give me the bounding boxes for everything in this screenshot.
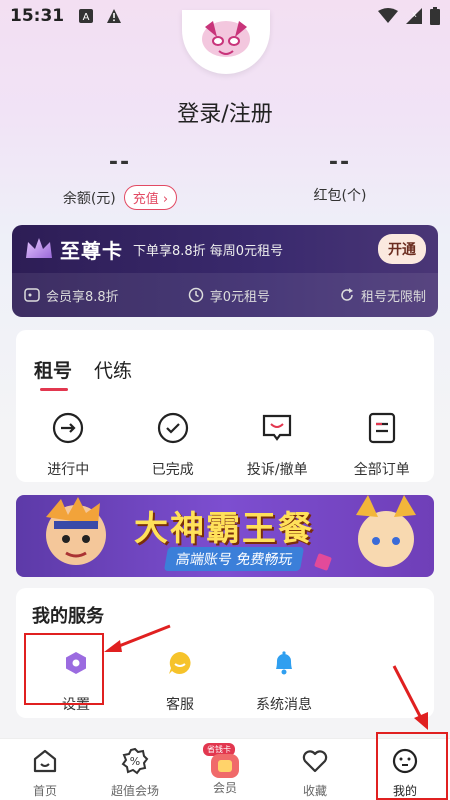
- vip-title: 至尊卡: [60, 238, 123, 263]
- avatar[interactable]: [182, 10, 270, 74]
- service-system-messages[interactable]: 系统消息: [232, 650, 336, 714]
- crown-icon: [26, 238, 52, 258]
- service-label: 系统消息: [256, 697, 312, 713]
- balance-value: --: [108, 150, 132, 175]
- tab-rent[interactable]: 租号: [34, 356, 72, 391]
- svg-text:x: x: [412, 10, 417, 19]
- tab-home[interactable]: 首页: [10, 747, 80, 799]
- vip-benefit-label: 会员享8.8折: [46, 289, 119, 305]
- status-time: 15:31: [10, 6, 65, 26]
- login-register-link[interactable]: 登录/注册: [0, 96, 450, 128]
- tab-favorites[interactable]: 收藏: [280, 747, 350, 799]
- vip-description: 下单享8.8折 每周0元租号: [133, 243, 284, 259]
- warning-icon: [107, 9, 122, 23]
- redpacket-label: 红包(个): [313, 188, 367, 204]
- tab-label: 首页: [32, 784, 57, 798]
- order-all[interactable]: 全部订单: [337, 411, 427, 479]
- services-title: 我的服务: [32, 606, 104, 627]
- bell-icon: [276, 651, 292, 675]
- clock-icon: [188, 287, 203, 303]
- vip-card[interactable]: 至尊卡 下单享8.8折 每周0元租号 开通 会员享8.8折 享0元租号 租号无限…: [12, 225, 438, 317]
- vip-benefit-label: 租号无限制: [360, 289, 426, 305]
- refresh-icon: [341, 288, 353, 301]
- vip-benefit-discount: 会员享8.8折: [24, 286, 119, 305]
- order-completed[interactable]: 已完成: [128, 411, 218, 479]
- tab-deals[interactable]: % 超值会场: [100, 747, 170, 799]
- vip-benefit-label: 享0元租号: [209, 289, 270, 305]
- order-complaint[interactable]: 投诉/撤单: [232, 411, 322, 479]
- battery-icon: [430, 7, 440, 25]
- arrow-circle-icon: [53, 412, 84, 444]
- wifi-icon: [378, 8, 398, 23]
- a-notification-icon: A: [79, 9, 94, 23]
- orders-card: 租号 代练 进行中 已完成 投诉/撤单 全部订单: [16, 330, 434, 482]
- redpacket-value: --: [328, 150, 352, 175]
- support-bubble-icon: [169, 652, 191, 674]
- service-customer-support[interactable]: 客服: [128, 650, 232, 714]
- banner-subtitle: 高端账号 免费畅玩: [163, 547, 305, 571]
- home-icon: [33, 749, 57, 773]
- order-in-progress[interactable]: 进行中: [23, 411, 113, 479]
- service-label: 客服: [166, 697, 194, 713]
- highlight-settings-box: [24, 633, 104, 705]
- ticket-icon: [24, 288, 40, 302]
- redpacket-stat[interactable]: -- 红包(个): [240, 150, 440, 205]
- svg-text:%: %: [130, 755, 140, 768]
- highlight-mine-box: [376, 732, 448, 800]
- tab-label: 超值会场: [110, 784, 159, 798]
- vip-benefit-free: 享0元租号: [188, 286, 270, 305]
- check-circle-icon: [157, 412, 188, 444]
- order-label: 全部订单: [353, 462, 410, 478]
- vip-benefit-unlimited: 租号无限制: [339, 286, 426, 305]
- tab-label: 会员: [212, 781, 237, 795]
- balance-label: 余额(元): [62, 190, 116, 207]
- banner-title: 大神霸王餐: [134, 509, 314, 549]
- vip-open-button[interactable]: 开通: [378, 234, 426, 264]
- balance-stat[interactable]: -- 余额(元) 充值 ›: [20, 150, 220, 210]
- discount-badge-icon: %: [121, 747, 149, 775]
- vip-card-icon: [211, 754, 239, 778]
- document-icon: [368, 412, 395, 444]
- promo-banner[interactable]: 大神霸王餐 高端账号 免费畅玩: [16, 495, 434, 577]
- mascot-avatar-icon: [202, 21, 250, 57]
- tab-vip[interactable]: 省钱卡 会员: [190, 743, 260, 796]
- message-icon: [263, 414, 292, 441]
- svg-text:A: A: [83, 12, 90, 23]
- recharge-button[interactable]: 充值 ›: [123, 185, 178, 210]
- recharge-label: 充值: [132, 192, 159, 207]
- order-label: 进行中: [47, 462, 90, 478]
- tab-label: 收藏: [302, 784, 327, 798]
- tab-boost[interactable]: 代练: [94, 356, 132, 383]
- heart-icon: [302, 750, 328, 773]
- order-label: 已完成: [151, 462, 194, 478]
- order-label: 投诉/撤单: [246, 462, 308, 478]
- signal-icon: x: [406, 8, 422, 24]
